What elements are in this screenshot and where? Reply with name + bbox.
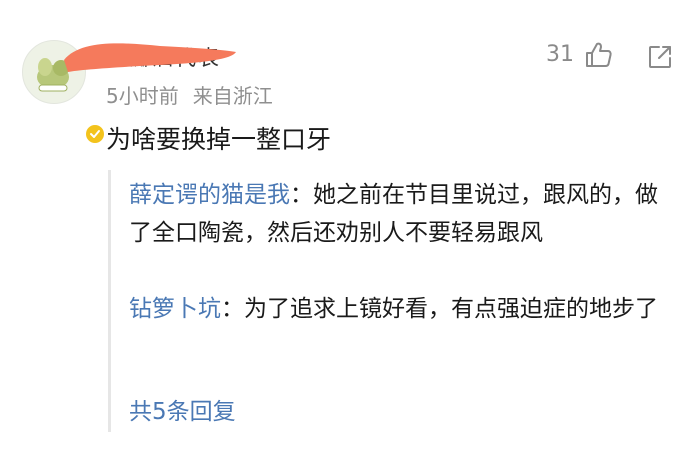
thumbs-up-icon[interactable] [583,40,613,70]
comment-card: 花瓣泗代表 5小时前 来自浙江 31 为啥要换掉一整口牙 薛定谔的猫是我：她之前在… [0,0,700,461]
reply-item[interactable]: 薛定谔的猫是我：她之前在节目里说过，跟风的，做了全口陶瓷，然后还劝别人不要轻易跟… [129,176,659,252]
reply-author[interactable]: 钻箩卜坑 [129,296,221,322]
user-avatar[interactable] [22,40,106,145]
comment-body: 为啥要换掉一整口牙 [106,125,332,154]
avatar-image [24,42,84,102]
like-count: 31 [546,42,574,67]
reply-thread: 薛定谔的猫是我：她之前在节目里说过，跟风的，做了全口陶瓷，然后还劝别人不要轻易跟… [108,170,681,432]
reply-text: 为了追求上镜好看，有点强迫症的地步了 [244,296,658,322]
comment-time: 5小时前 [106,84,179,108]
view-more-replies-link[interactable]: 共5条回复 [129,392,236,426]
comment-meta: 5小时前 来自浙江 [106,80,273,109]
username[interactable]: 花瓣泗代表 [106,42,221,72]
comment-location: 来自浙江 [192,84,273,108]
reply-separator: ： [290,182,313,208]
reply-author[interactable]: 薛定谔的猫是我 [129,182,290,208]
share-icon[interactable] [647,44,673,70]
reply-separator: ： [221,296,244,322]
verified-badge-icon [84,123,106,145]
reply-item[interactable]: 钻箩卜坑：为了追求上镜好看，有点强迫症的地步了 [129,290,659,328]
